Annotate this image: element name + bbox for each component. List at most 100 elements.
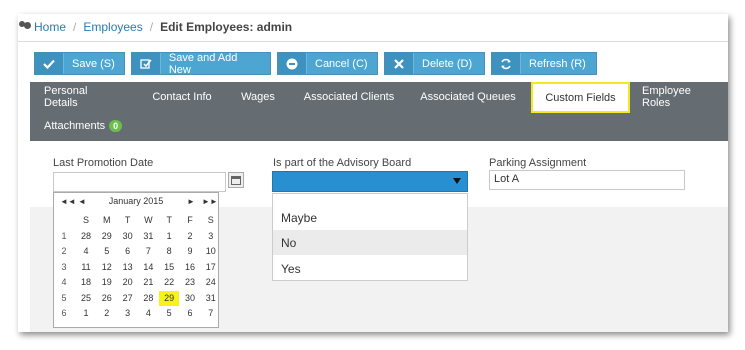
calendar-day[interactable]: 13 [118,260,138,275]
calendar-day[interactable]: 10 [201,244,221,259]
toolbar: Save (S) Save and Add New Cancel (C) Del… [34,52,597,76]
week-number: 2 [61,246,67,256]
calendar-day[interactable]: 28 [76,229,96,244]
calendar-day[interactable]: 14 [138,260,158,275]
refresh-button[interactable]: Refresh (R) [491,52,597,75]
last-promotion-date-input[interactable] [53,172,226,192]
delete-button[interactable]: Delete (D) [384,52,485,75]
advisory-board-select[interactable] [272,171,468,192]
calendar-day[interactable]: 25 [76,291,96,306]
prev-year-icon[interactable]: ◄◄ [60,197,76,206]
calendar-day[interactable]: 31 [138,229,158,244]
calendar-day[interactable]: 1 [159,229,179,244]
calendar-day[interactable]: 12 [97,260,117,275]
tab-associated-queues[interactable]: Associated Queues [420,83,516,111]
calendar-day[interactable]: 3 [118,306,138,321]
weekday-label: S [207,215,214,225]
calendar-day[interactable]: 6 [118,244,138,259]
calendar-day[interactable]: 15 [159,260,179,275]
week-number: 3 [61,261,67,272]
next-year-icon[interactable]: ►► [202,197,218,206]
calendar-day[interactable]: 21 [138,275,158,290]
option-maybe[interactable]: Maybe [273,205,467,230]
option-yes[interactable]: Yes [273,256,467,281]
minus-circle-icon [278,53,307,74]
calendar-week: 5 25 26 27 28 29 30 31 [54,290,221,307]
breadcrumb-employees[interactable]: Employees [83,20,142,34]
week-number: 6 [61,308,67,318]
calendar-week: 1 28 29 30 31 1 2 3 [54,229,218,245]
users-icon [18,21,32,31]
tab-attachments[interactable]: Attachments 0 [44,112,124,140]
calendar-day[interactable]: 5 [97,244,117,259]
edit-icon [132,53,161,74]
tab-wages[interactable]: Wages [238,83,278,111]
parking-assignment-input[interactable]: Lot A [489,170,685,190]
calendar-week: 61234567 [54,306,218,322]
advisory-board-dropdown: Maybe No Yes [272,193,468,281]
tab-associated-clients[interactable]: Associated Clients [302,83,396,111]
advisory-board-label: Is part of the Advisory Board [273,157,412,169]
breadcrumb-home[interactable]: Home [18,20,66,34]
calendar-icon[interactable] [228,172,244,188]
save-button[interactable]: Save (S) [34,52,125,75]
next-month-icon[interactable]: ► [187,197,195,206]
calendar-day[interactable]: 17 [201,260,221,275]
last-promotion-date-label: Last Promotion Date [53,157,154,169]
calendar-day[interactable]: 2 [97,306,117,321]
calendar-day[interactable]: 6 [180,306,200,321]
breadcrumb-separator: / [73,20,77,34]
calendar-day[interactable]: 7 [201,306,221,321]
cancel-button[interactable]: Cancel (C) [277,52,378,75]
check-icon [35,53,64,74]
tab-personal-details[interactable]: Personal Details [44,83,123,111]
calendar-day[interactable]: 3 [201,229,221,244]
calendar-day[interactable]: 23 [180,275,200,290]
calendar-day[interactable]: 1 [76,306,96,321]
selected-day[interactable]: 29 [159,290,180,306]
calendar-day[interactable]: 5 [159,306,179,321]
calendar-day[interactable]: 26 [97,291,117,306]
weekday-label: S [82,215,89,225]
week-number: 5 [61,292,67,303]
save-and-add-new-button[interactable]: Save and Add New [131,52,271,76]
date-picker: ◄◄ ◄ January 2015 ► ►► S M T W T F S 1 28 29 30 31 1… [53,192,219,328]
calendar-day[interactable]: 28 [138,291,158,306]
calendar-day[interactable]: 2 [180,229,200,244]
weekday-label: F [187,215,193,225]
calendar-week: 3 11 12 13 14 15 16 17 [54,260,218,276]
calendar-week: 2 4 5 6 7 8 9 10 [54,244,218,260]
calendar-day[interactable]: 24 [201,275,221,290]
tab-contact-info[interactable]: Contact Info [150,83,214,111]
calendar-day[interactable]: 16 [180,260,200,275]
calendar-day[interactable]: 4 [138,306,158,321]
calendar-day[interactable]: 30 [180,291,200,306]
calendar-day[interactable]: 31 [201,291,221,306]
calendar-day[interactable]: 11 [76,260,96,275]
option-no[interactable]: No [273,230,467,255]
prev-month-icon[interactable]: ◄ [78,197,86,206]
caret-down-icon [453,178,461,184]
calendar-day[interactable]: 4 [76,244,96,259]
weekday-header: SMTWTFS [54,213,218,229]
calendar-day[interactable]: 27 [118,291,138,306]
weekday-label: T [166,215,172,225]
refresh-icon [492,53,521,74]
page-title: Edit Employees: admin [160,20,293,34]
tab-bar: Personal Details Contact Info Wages Asso… [30,82,728,141]
calendar-day[interactable]: 8 [159,244,179,259]
close-icon [385,53,414,74]
tab-employee-roles[interactable]: Employee Roles [642,83,722,111]
calendar-day[interactable]: 30 [118,229,138,244]
week-number: 1 [61,230,67,241]
calendar-day[interactable]: 7 [138,244,158,259]
calendar-day[interactable]: 20 [118,275,138,290]
calendar-day[interactable]: 22 [159,275,179,290]
calendar-day[interactable]: 19 [97,275,117,290]
calendar-day[interactable]: 29 [97,229,117,244]
tab-custom-fields[interactable]: Custom Fields [531,82,630,113]
parking-assignment-label: Parking Assignment [489,157,587,169]
calendar-day[interactable]: 18 [76,275,96,290]
calendar-day[interactable]: 9 [180,244,200,259]
weekday-label: T [124,215,131,225]
